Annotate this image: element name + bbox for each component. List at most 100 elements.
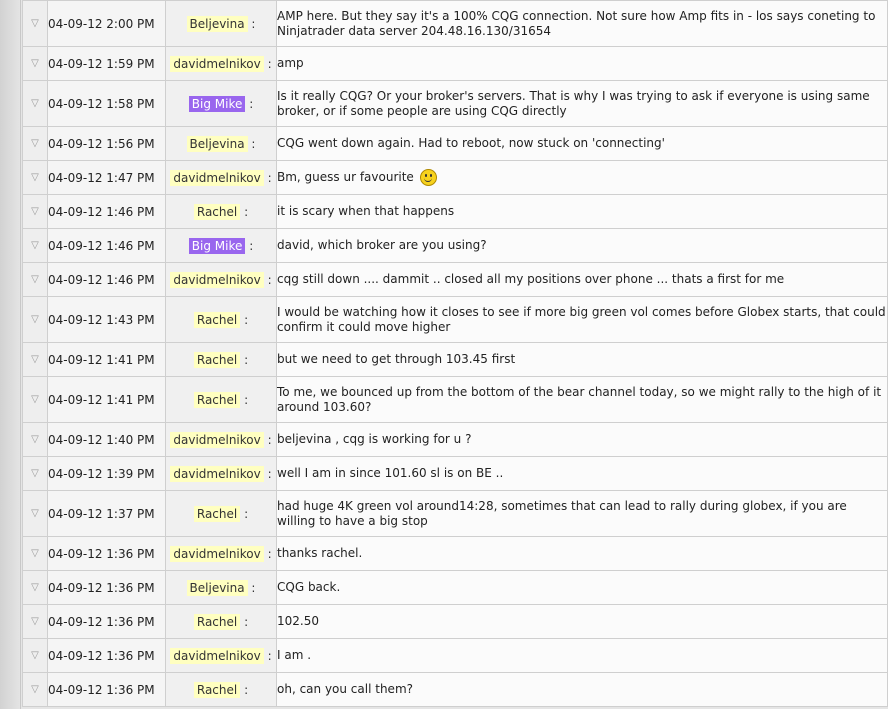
shout-timestamp: 04-09-12 1:47 PM <box>47 160 166 195</box>
shout-author-cell: Beljevina : <box>165 0 277 47</box>
row-menu-arrow-icon[interactable]: ▽ <box>22 638 48 673</box>
author-separator: : <box>267 648 272 663</box>
shout-timestamp: 04-09-12 1:36 PM <box>47 672 166 707</box>
author-separator: : <box>244 352 249 367</box>
shout-timestamp: 04-09-12 1:39 PM <box>47 456 166 491</box>
shout-timestamp: 04-09-12 1:36 PM <box>47 570 166 605</box>
shout-message-cell: well I am in since 101.60 sl is on BE .. <box>276 456 888 491</box>
shout-row: ▽ 04-09-12 1:46 PM Big Mike : david, which … <box>22 228 888 263</box>
shout-author-cell: Rachel : <box>165 376 277 423</box>
shout-timestamp: 04-09-12 1:40 PM <box>47 422 166 457</box>
row-menu-arrow-icon[interactable]: ▽ <box>22 194 48 229</box>
username-link[interactable]: davidmelnikov <box>170 647 264 664</box>
shout-message-text: AMP here. But they say it's a 100% CQG c… <box>277 8 876 38</box>
username-link[interactable]: Rachel <box>193 391 241 408</box>
row-menu-arrow-icon[interactable]: ▽ <box>22 672 48 707</box>
shout-row: ▽ 04-09-12 1:41 PM Rachel : To me, we bounc… <box>22 376 888 423</box>
shout-message-text: 102.50 <box>277 614 319 628</box>
shout-message-cell: but we need to get through 103.45 first <box>276 342 888 377</box>
username-link[interactable]: davidmelnikov <box>170 55 264 72</box>
shout-row: ▽ 04-09-12 1:36 PM Rachel :102.50 <box>22 604 888 639</box>
shout-message-text: had huge 4K green vol around14:28, somet… <box>277 498 847 528</box>
username-link[interactable]: Rachel <box>193 351 241 368</box>
shout-timestamp: 04-09-12 1:58 PM <box>47 80 166 127</box>
author-separator: : <box>267 432 272 447</box>
row-menu-arrow-icon[interactable]: ▽ <box>22 228 48 263</box>
shout-author-cell: Rachel : <box>165 342 277 377</box>
shout-timestamp: 04-09-12 1:36 PM <box>47 536 166 571</box>
row-menu-arrow-icon[interactable]: ▽ <box>22 604 48 639</box>
shout-message-cell: Bm, guess ur favourite <box>276 160 888 195</box>
username-link[interactable]: Rachel <box>193 311 241 328</box>
username-link[interactable]: Beljevina <box>186 15 248 32</box>
row-menu-arrow-icon[interactable]: ▽ <box>22 570 48 605</box>
shout-author-cell: davidmelnikov : <box>165 422 277 457</box>
shout-message-cell: To me, we bounced up from the bottom of … <box>276 376 888 423</box>
shout-author-cell: davidmelnikov : <box>165 536 277 571</box>
shout-row: ▽ 04-09-12 1:37 PM Rachel : had huge 4K gre… <box>22 490 888 537</box>
username-link[interactable]: Beljevina <box>186 579 248 596</box>
author-separator: : <box>267 546 272 561</box>
shout-message-cell: david, which broker are you using? <box>276 228 888 263</box>
username-link[interactable]: Rachel <box>193 505 241 522</box>
shout-message-cell: Is it really CQG? Or your broker's serve… <box>276 80 888 127</box>
username-link[interactable]: davidmelnikov <box>170 271 264 288</box>
username-link[interactable]: Big Mike <box>188 237 246 254</box>
shout-row: ▽ 04-09-12 1:40 PM davidmelnikov : beljevin… <box>22 422 888 457</box>
row-menu-arrow-icon[interactable]: ▽ <box>22 376 48 423</box>
author-separator: : <box>249 238 254 253</box>
shout-message-cell: cqg still down .... dammit .. closed all… <box>276 262 888 297</box>
username-link[interactable]: davidmelnikov <box>170 465 264 482</box>
row-menu-arrow-icon[interactable]: ▽ <box>22 160 48 195</box>
shout-author-cell: Beljevina : <box>165 570 277 605</box>
shout-message-cell: I am . <box>276 638 888 673</box>
username-link[interactable]: Rachel <box>193 681 241 698</box>
shout-author-cell: Rachel : <box>165 194 277 229</box>
shout-timestamp: 04-09-12 1:41 PM <box>47 376 166 423</box>
username-link[interactable]: davidmelnikov <box>170 545 264 562</box>
shout-row: ▽ 04-09-12 1:36 PM Rachel : oh, can you cal… <box>22 672 888 707</box>
author-separator: : <box>267 170 272 185</box>
shout-row: ▽ 04-09-12 2:00 PM Beljevina : AMP here. Bu… <box>22 0 888 47</box>
author-separator: : <box>267 56 272 71</box>
row-menu-arrow-icon[interactable]: ▽ <box>22 80 48 127</box>
username-link[interactable]: Big Mike <box>188 95 246 112</box>
row-menu-arrow-icon[interactable]: ▽ <box>22 536 48 571</box>
author-separator: : <box>244 506 249 521</box>
username-link[interactable]: Rachel <box>193 613 241 630</box>
author-separator: : <box>244 682 249 697</box>
row-menu-arrow-icon[interactable]: ▽ <box>22 456 48 491</box>
shoutbox-window: ▽ 04-09-12 2:00 PM Beljevina : AMP here. Bu… <box>0 0 888 709</box>
row-menu-arrow-icon[interactable]: ▽ <box>22 296 48 343</box>
shout-message-text: Bm, guess ur favourite <box>277 170 414 184</box>
shout-message-cell: AMP here. But they say it's a 100% CQG c… <box>276 0 888 47</box>
username-link[interactable]: Beljevina <box>186 135 248 152</box>
shout-author-cell: davidmelnikov : <box>165 456 277 491</box>
username-link[interactable]: davidmelnikov <box>170 431 264 448</box>
username-link[interactable]: Rachel <box>193 203 241 220</box>
shout-author-cell: davidmelnikov : <box>165 46 277 81</box>
row-menu-arrow-icon[interactable]: ▽ <box>22 262 48 297</box>
row-menu-arrow-icon[interactable]: ▽ <box>22 0 48 47</box>
author-separator: : <box>244 392 249 407</box>
row-menu-arrow-icon[interactable]: ▽ <box>22 422 48 457</box>
shout-message-text: I am . <box>277 648 312 662</box>
shout-timestamp: 04-09-12 1:36 PM <box>47 638 166 673</box>
smiley-emoticon-icon <box>419 169 437 186</box>
row-menu-arrow-icon[interactable]: ▽ <box>22 342 48 377</box>
shout-message-cell: beljevina , cqg is working for u ? <box>276 422 888 457</box>
row-menu-arrow-icon[interactable]: ▽ <box>22 46 48 81</box>
author-separator: : <box>244 614 249 629</box>
author-separator: : <box>251 580 256 595</box>
shout-message-text: Is it really CQG? Or your broker's serve… <box>277 88 870 118</box>
shout-message-cell: CQG went down again. Had to reboot, now … <box>276 126 888 161</box>
row-menu-arrow-icon[interactable]: ▽ <box>22 490 48 537</box>
shout-message-cell: had huge 4K green vol around14:28, somet… <box>276 490 888 537</box>
shout-author-cell: Big Mike : <box>165 228 277 263</box>
shout-message-text: amp <box>277 56 304 70</box>
shout-message-text: beljevina , cqg is working for u ? <box>277 432 472 446</box>
username-link[interactable]: davidmelnikov <box>170 169 264 186</box>
row-menu-arrow-icon[interactable]: ▽ <box>22 126 48 161</box>
shout-message-text: I would be watching how it closes to see… <box>277 304 886 334</box>
shout-row: ▽ 04-09-12 1:39 PM davidmelnikov : well I a… <box>22 456 888 491</box>
